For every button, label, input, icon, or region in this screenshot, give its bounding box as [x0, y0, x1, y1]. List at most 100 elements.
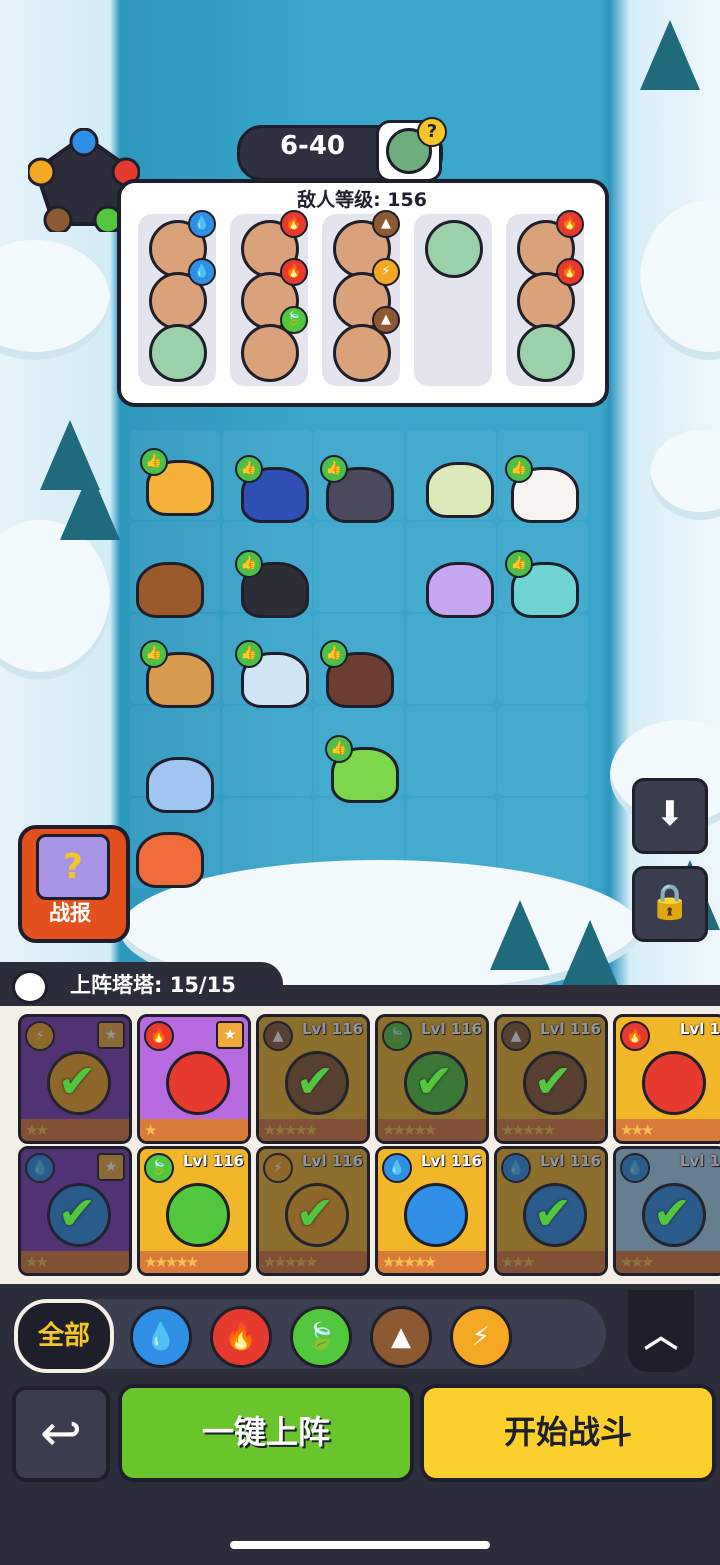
filter-lightning-icon[interactable]: ⚡ [450, 1306, 512, 1368]
tower-unit[interactable]: 👍 [235, 550, 309, 618]
grid-tile[interactable] [498, 614, 588, 704]
filter-earth-icon[interactable]: ▲ [370, 1306, 432, 1368]
enemy-portrait[interactable] [149, 324, 207, 382]
checkmark-icon: ✔ [414, 1054, 454, 1108]
tower-card[interactable]: 🔥 ★ ★ [137, 1014, 251, 1144]
tower-unit[interactable] [130, 820, 204, 888]
filter-fire-icon[interactable]: 🔥 [210, 1306, 272, 1368]
checkmark-icon: ✔ [533, 1054, 573, 1108]
tower-unit[interactable]: 👍 [505, 550, 579, 618]
tower-card[interactable]: ⚡★★★✔ [18, 1014, 132, 1144]
auto-deploy-button[interactable]: 一键上阵 [118, 1384, 414, 1482]
tower-unit[interactable]: 👍 [320, 455, 394, 523]
download-button[interactable]: ⬇ [632, 778, 708, 854]
monster-sprite [426, 562, 494, 618]
tower-card[interactable]: 🔥 Lvl 1 ★★★ [613, 1014, 720, 1144]
tower-card[interactable]: 💧 Lvl 116 ★★★★★ [375, 1146, 489, 1276]
tower-card[interactable]: 💧Lvl 1★★★✔ [613, 1146, 720, 1276]
checkmark-icon: ✔ [295, 1186, 335, 1240]
thumbs-up-icon: 👍 [140, 448, 168, 476]
leaf-element-icon: 🍃 [144, 1153, 174, 1183]
snow-mound [650, 430, 720, 520]
tower-card[interactable]: 🍃 Lvl 116 ★★★★★ [137, 1146, 251, 1276]
tower-unit[interactable]: 👍 [505, 455, 579, 523]
earth-element-icon: ▲ [372, 210, 400, 238]
pine-tree [60, 470, 120, 540]
fire-element-icon: 🔥 [556, 210, 584, 238]
monster-sprite [136, 562, 204, 618]
monster-sprite [136, 832, 204, 888]
tower-unit[interactable]: 👍 [140, 448, 214, 516]
snow-mound [640, 200, 720, 360]
tower-card[interactable]: ▲Lvl 116★★★★★✔ [494, 1014, 608, 1144]
filter-leaf-icon[interactable]: 🍃 [290, 1306, 352, 1368]
tower-unit[interactable] [420, 550, 494, 618]
leaf-element-icon: 🍃 [280, 306, 308, 334]
tower-unit[interactable]: 👍 [320, 640, 394, 708]
boss-preview-button[interactable]: ? [376, 117, 447, 182]
roster-panel: ⚡★★★✔🔥★★▲Lvl 116★★★★★✔🍃Lvl 116★★★★★✔▲Lvl… [0, 1006, 720, 1284]
collapse-button[interactable]: ︿ [628, 1290, 694, 1372]
roster-count-label: 上阵塔塔: 15/15 [70, 973, 236, 997]
tower-card[interactable]: ▲Lvl 116★★★★★✔ [256, 1014, 370, 1144]
lock-button[interactable]: 🔒 [632, 866, 708, 942]
thumbs-up-icon: 👍 [325, 735, 353, 763]
pine-tree [640, 20, 700, 90]
tower-unit[interactable]: 👍 [235, 455, 309, 523]
filter-water-icon[interactable]: 💧 [130, 1306, 192, 1368]
lock-icon: 🔒 [648, 882, 692, 922]
lightning-element-icon [28, 157, 56, 187]
grid-tile[interactable] [498, 706, 588, 796]
checkmark-icon: ✔ [533, 1186, 573, 1240]
grid-tile[interactable] [314, 798, 404, 888]
fire-element-icon: 🔥 [144, 1021, 174, 1051]
tower-card[interactable]: 💧Lvl 116★★★✔ [494, 1146, 608, 1276]
fire-element-icon: 🔥 [280, 210, 308, 238]
filter-all-button[interactable]: 全部 [14, 1299, 114, 1373]
start-battle-button[interactable]: 开始战斗 [420, 1384, 716, 1482]
checkmark-icon: ✔ [295, 1054, 335, 1108]
enemy-portrait[interactable] [425, 220, 483, 278]
back-arrow-icon: ↩ [40, 1404, 82, 1462]
tower-unit[interactable] [420, 450, 494, 518]
grid-tile[interactable] [498, 798, 588, 888]
cat-icon [12, 970, 48, 1004]
question-card-icon: ? [36, 834, 110, 900]
tower-unit[interactable]: 👍 [325, 735, 399, 803]
tower-unit[interactable]: 👍 [140, 640, 214, 708]
back-button[interactable]: ↩ [12, 1386, 110, 1482]
monster-portrait [642, 1051, 706, 1115]
water-element-icon [69, 128, 99, 157]
grid-tile[interactable] [406, 706, 496, 796]
thumbs-up-icon: 👍 [235, 640, 263, 668]
tower-unit[interactable] [140, 745, 214, 813]
water-element-icon: 💧 [188, 210, 216, 238]
stage-label: 6-40 [279, 131, 346, 161]
card-level: Lvl 116 [420, 1152, 482, 1170]
thumbs-up-icon: 👍 [505, 550, 533, 578]
grid-tile[interactable] [406, 798, 496, 888]
grid-tile[interactable] [406, 614, 496, 704]
grid-tile[interactable] [222, 798, 312, 888]
snow-mound [0, 520, 110, 680]
pine-tree [560, 920, 620, 985]
fire-element-icon: 🔥 [280, 258, 308, 286]
enemy-portrait[interactable] [517, 324, 575, 382]
thumbs-up-icon: 👍 [320, 640, 348, 668]
thumbs-up-icon: 👍 [320, 455, 348, 483]
monster-sprite [146, 757, 214, 813]
grid-tile[interactable] [314, 522, 404, 612]
checkmark-icon: ✔ [57, 1054, 97, 1108]
water-element-icon: 💧 [188, 258, 216, 286]
tower-card[interactable]: 💧★★★✔ [18, 1146, 132, 1276]
tower-card[interactable]: ⚡Lvl 116★★★★★✔ [256, 1146, 370, 1276]
download-icon: ⬇ [655, 794, 685, 834]
monster-sprite [426, 462, 494, 518]
enemy-level-text: 敌人等级: 156 [297, 189, 427, 211]
fire-element-icon: 🔥 [620, 1021, 650, 1051]
tower-card[interactable]: 🍃Lvl 116★★★★★✔ [375, 1014, 489, 1144]
tower-unit[interactable] [130, 550, 204, 618]
thumbs-up-icon: 👍 [140, 640, 168, 668]
tower-unit[interactable]: 👍 [235, 640, 309, 708]
grid-tile[interactable] [222, 706, 312, 796]
